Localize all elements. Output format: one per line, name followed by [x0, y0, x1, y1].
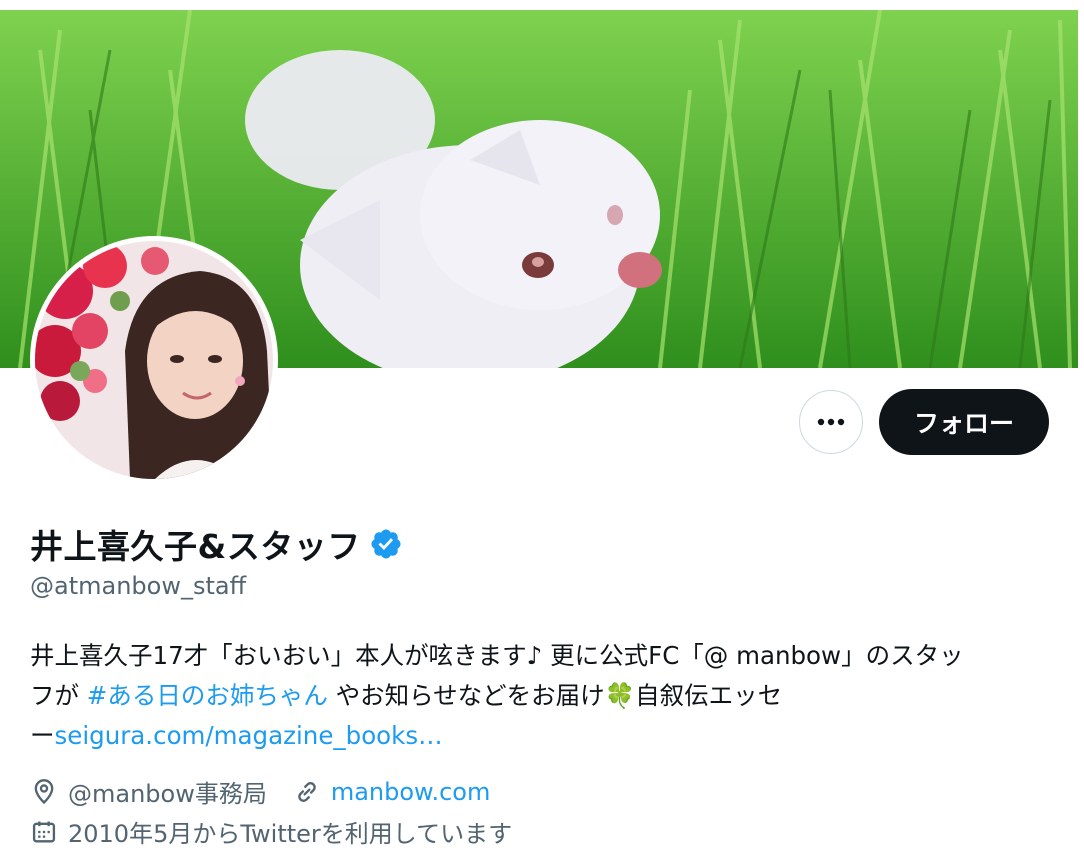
- profile-location: @manbow事務局: [30, 774, 267, 809]
- profile-name: 井上喜久子&スタッフ: [30, 527, 361, 566]
- bio-text: 自叙伝エッセ: [635, 681, 783, 710]
- profile-bio: 井上喜久子17才「おいおい」本人が呟きます♪ 更に公式FC「@ manbow」の…: [30, 636, 1050, 756]
- location-text: @manbow事務局: [68, 780, 267, 808]
- more-options-button[interactable]: [799, 390, 863, 454]
- profile-joined-row: 2010年5月からTwitterを利用しています: [30, 814, 512, 849]
- profile-name-row: 井上喜久子&スタッフ: [30, 520, 403, 568]
- verified-badge-icon[interactable]: [369, 527, 403, 561]
- profile-website[interactable]: manbow.com: [293, 778, 491, 806]
- avatar-image: [35, 241, 273, 479]
- clover-emoji: 🍀: [604, 681, 636, 710]
- bio-url-link[interactable]: seigura.com/magazine_books…: [55, 721, 443, 750]
- website-link[interactable]: manbow.com: [331, 778, 491, 806]
- bio-text: 井上喜久子17才「おいおい」本人が呟きます♪ 更に公式FC「@ manbow」の…: [30, 641, 964, 670]
- profile-meta-row: @manbow事務局 manbow.com: [30, 774, 490, 809]
- bio-text: やお知らせなどをお届け: [327, 681, 605, 710]
- bio-line-3: ーseigura.com/magazine_books…: [30, 716, 1050, 756]
- calendar-icon: [30, 818, 58, 846]
- bio-line-1: 井上喜久子17才「おいおい」本人が呟きます♪ 更に公式FC「@ manbow」の…: [30, 636, 1050, 676]
- more-dots-icon: [817, 418, 845, 426]
- location-pin-icon: [30, 778, 58, 806]
- hashtag-link[interactable]: #ある日のお姉ちゃん: [87, 681, 328, 710]
- bio-line-2: フが #ある日のお姉ちゃん やお知らせなどをお届け🍀自叙伝エッセ: [30, 676, 1050, 716]
- bio-text: フが: [30, 681, 87, 710]
- link-icon: [293, 778, 321, 806]
- profile-avatar[interactable]: [30, 236, 278, 484]
- bio-text: ー: [30, 721, 55, 750]
- profile-handle: @atmanbow_staff: [30, 572, 247, 600]
- follow-button[interactable]: フォロー: [879, 389, 1049, 455]
- joined-date-text: 2010年5月からTwitterを利用しています: [68, 820, 513, 848]
